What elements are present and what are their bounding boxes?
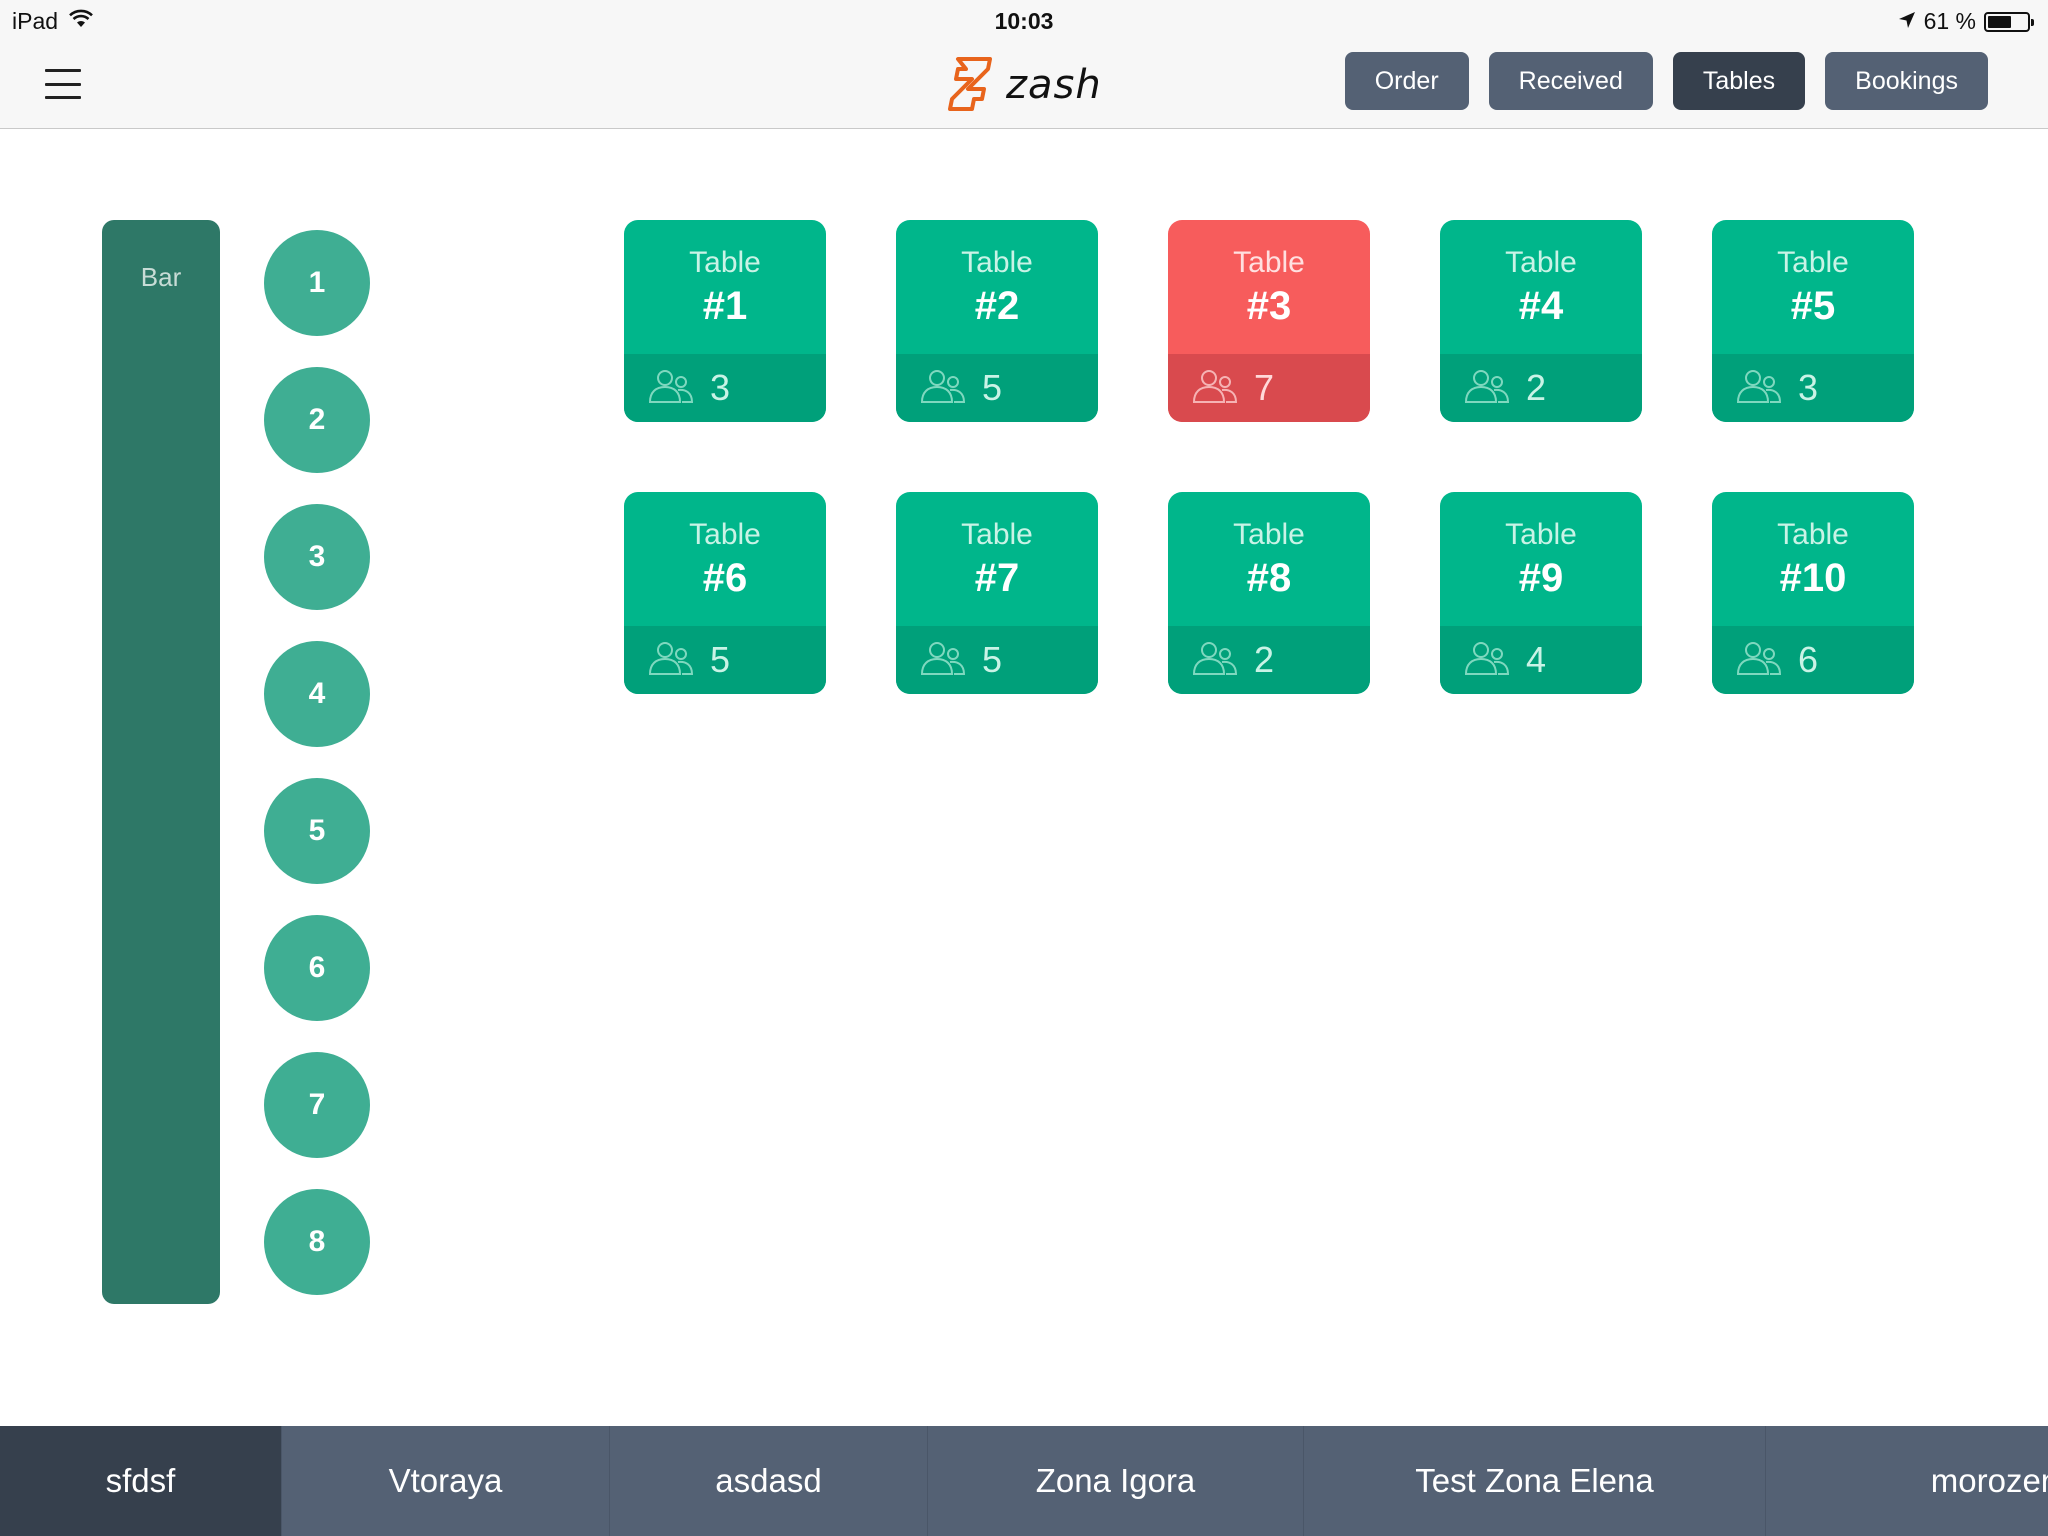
bar-seat-5[interactable]: 5 [264, 778, 370, 884]
bar-seat-8[interactable]: 8 [264, 1189, 370, 1295]
zone-tab-vtoraya[interactable]: Vtoraya [282, 1426, 610, 1536]
bar-seat-3[interactable]: 3 [264, 504, 370, 610]
table-word: Table [1777, 517, 1849, 551]
table-number: #1 [702, 283, 748, 328]
people-icon [648, 640, 694, 681]
table-word: Table [961, 245, 1033, 279]
status-time: 10:03 [994, 8, 1054, 34]
table-card-10[interactable]: Table #10 6 [1712, 492, 1914, 694]
bar-counter[interactable]: Bar [102, 220, 220, 1304]
table-word: Table [689, 245, 761, 279]
status-bar: iPad 10:03 61 % [0, 0, 2048, 40]
logo-text: zash [1006, 62, 1102, 108]
order-button[interactable]: Order [1344, 52, 1469, 110]
people-icon [1192, 368, 1238, 409]
people-icon [648, 368, 694, 409]
table-number: #10 [1779, 555, 1847, 600]
zone-tab-zona-igora[interactable]: Zona Igora [928, 1426, 1304, 1536]
table-number: #2 [974, 283, 1020, 328]
table-word: Table [1233, 245, 1305, 279]
zone-tab-sfdsf[interactable]: sfdsf [0, 1426, 282, 1536]
bookings-button[interactable]: Bookings [1825, 52, 1988, 110]
table-card-5[interactable]: Table #5 3 [1712, 220, 1914, 422]
nav-bar: zash Order Received Tables Bookings [0, 40, 2048, 129]
people-icon [1736, 368, 1782, 409]
guest-count: 3 [710, 367, 731, 408]
received-button[interactable]: Received [1488, 52, 1653, 110]
table-word: Table [689, 517, 761, 551]
zash-logo-icon [944, 53, 1000, 118]
table-number: #6 [702, 555, 748, 600]
table-card-3[interactable]: Table #3 7 [1168, 220, 1370, 422]
zone-tab-morozenki[interactable]: morozenki [1766, 1426, 2048, 1536]
guest-count: 5 [710, 639, 731, 680]
table-word: Table [1505, 517, 1577, 551]
table-card-2[interactable]: Table #2 5 [896, 220, 1098, 422]
people-icon [920, 640, 966, 681]
table-card-6[interactable]: Table #6 5 [624, 492, 826, 694]
table-card-8[interactable]: Table #8 2 [1168, 492, 1370, 694]
status-right: 61 % [1898, 8, 2034, 35]
table-word: Table [1505, 245, 1577, 279]
table-number: #9 [1518, 555, 1564, 600]
guest-count: 2 [1526, 367, 1547, 408]
table-card-4[interactable]: Table #4 2 [1440, 220, 1642, 422]
location-arrow-icon [1898, 8, 1916, 35]
table-number: #3 [1246, 283, 1292, 328]
tables-button[interactable]: Tables [1672, 52, 1806, 110]
bar-seat-4[interactable]: 4 [264, 641, 370, 747]
bar-label: Bar [140, 262, 182, 292]
people-icon [1736, 640, 1782, 681]
table-number: #4 [1518, 283, 1564, 328]
table-card-9[interactable]: Table #9 4 [1440, 492, 1642, 694]
table-number: #7 [974, 555, 1020, 600]
table-word: Table [1233, 517, 1305, 551]
bar-seat-7[interactable]: 7 [264, 1052, 370, 1158]
people-icon [1464, 640, 1510, 681]
guest-count: 3 [1798, 367, 1819, 408]
table-card-1[interactable]: Table #1 3 [624, 220, 826, 422]
bar-seat-1[interactable]: 1 [264, 230, 370, 336]
battery-icon [1984, 11, 2034, 32]
zone-tab-asdasd[interactable]: asdasd [610, 1426, 928, 1536]
bar-seat-6[interactable]: 6 [264, 915, 370, 1021]
people-icon [1192, 640, 1238, 681]
guest-count: 7 [1254, 367, 1275, 408]
guest-count: 6 [1798, 639, 1819, 680]
people-icon [920, 368, 966, 409]
table-word: Table [961, 517, 1033, 551]
guest-count: 4 [1526, 639, 1547, 680]
zone-tabs: sfdsf Vtoraya asdasd Zona Igora Test Zon… [0, 1426, 2048, 1536]
hamburger-icon[interactable] [38, 64, 88, 104]
logo: zash [944, 52, 1102, 118]
battery-percent: 61 % [1923, 8, 1976, 34]
people-icon [1464, 368, 1510, 409]
guest-count: 2 [1254, 639, 1275, 680]
zone-tab-test-zona-elena[interactable]: Test Zona Elena [1304, 1426, 1766, 1536]
guest-count: 5 [982, 367, 1003, 408]
bar-seat-2[interactable]: 2 [264, 367, 370, 473]
guest-count: 5 [982, 639, 1003, 680]
table-number: #8 [1246, 555, 1292, 600]
table-word: Table [1777, 245, 1849, 279]
table-card-7[interactable]: Table #7 5 [896, 492, 1098, 694]
table-number: #5 [1790, 283, 1836, 328]
nav-buttons: Order Received Tables Bookings [1344, 52, 1988, 110]
